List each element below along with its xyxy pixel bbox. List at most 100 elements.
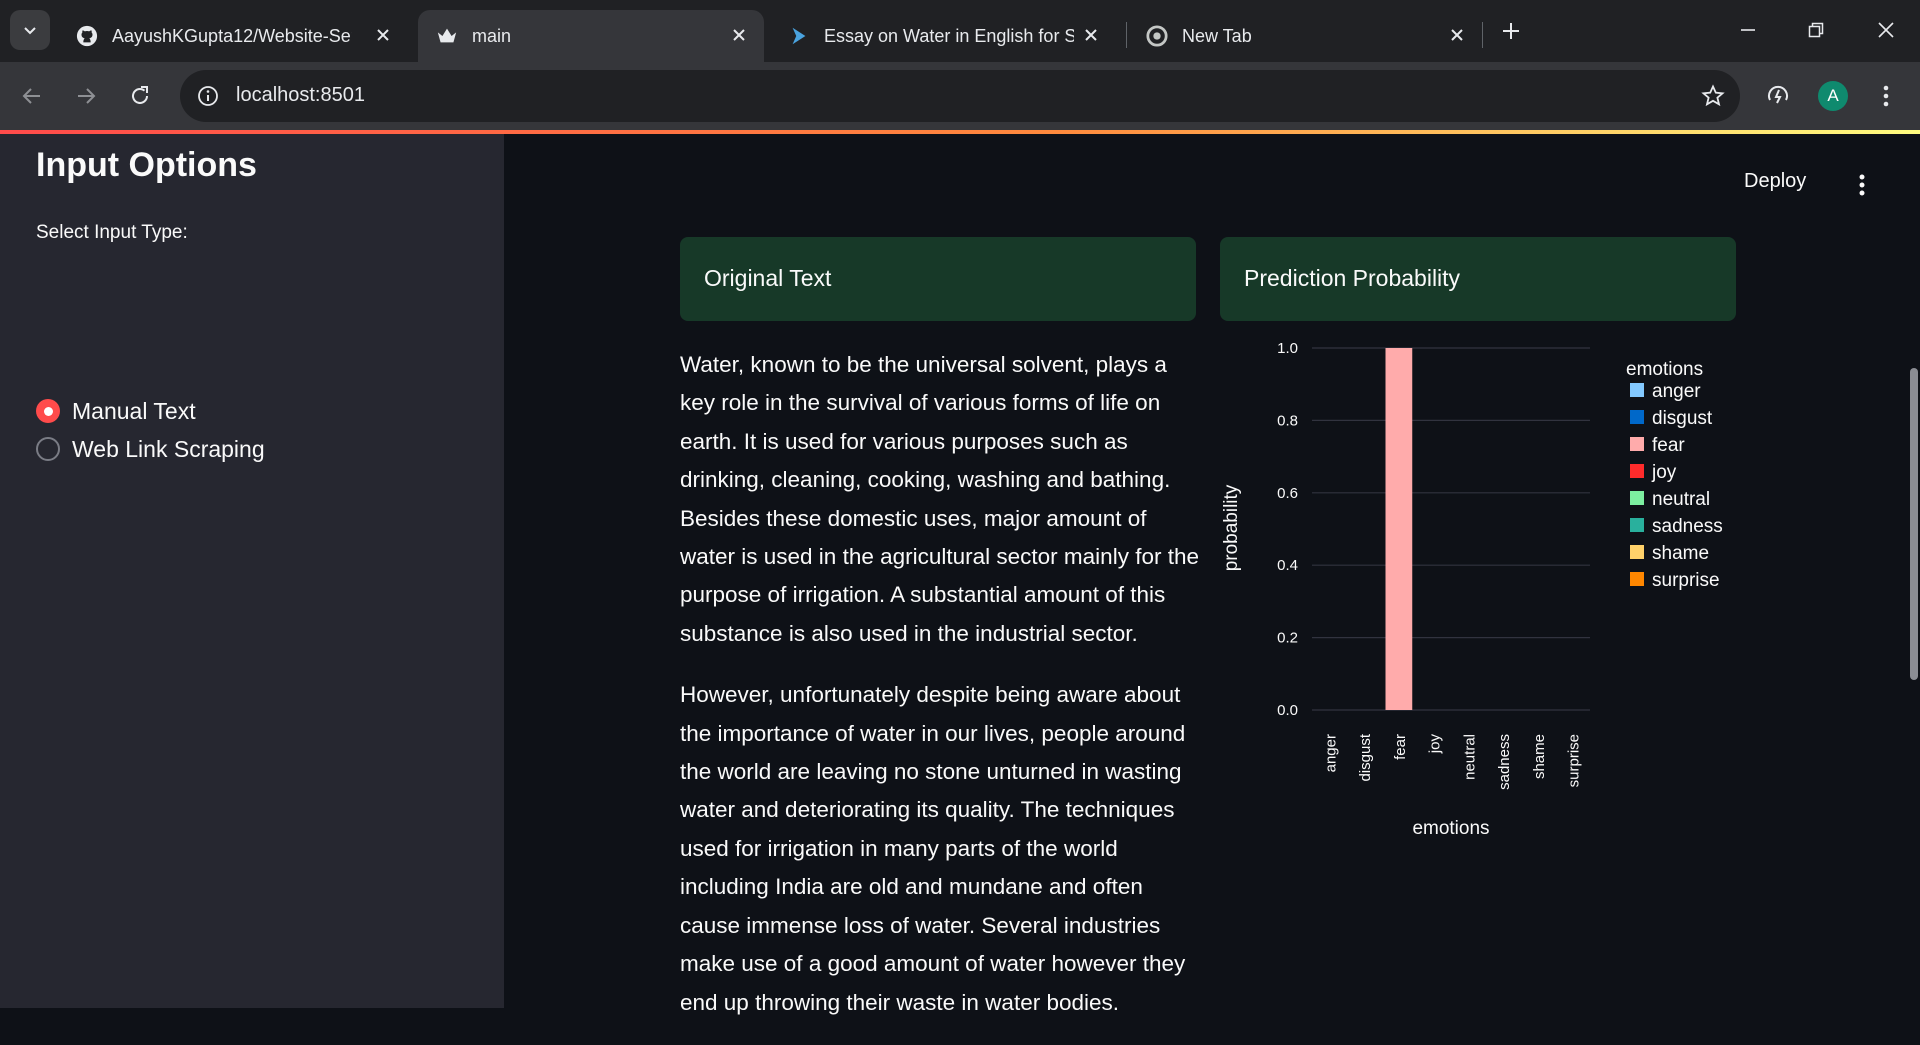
legend-label: joy (1651, 462, 1677, 483)
radio-label: Web Link Scraping (72, 435, 265, 462)
legend-label: fear (1652, 435, 1685, 456)
address-text: localhost:8501 (236, 84, 365, 106)
legend-swatch (1630, 572, 1644, 586)
tab-title: main (472, 25, 512, 46)
legend-swatch (1630, 437, 1644, 451)
x-tick-label: fear (1392, 734, 1409, 760)
back-button[interactable] (14, 78, 50, 114)
radio-unselected-icon[interactable] (36, 437, 60, 461)
legend-label: anger (1652, 381, 1701, 402)
restore-button[interactable] (1796, 14, 1836, 46)
original-text-header: Original Text (680, 237, 1196, 321)
arrow-right-icon (78, 88, 96, 104)
y-tick-label: 0.6 (1277, 485, 1298, 502)
speedometer-icon (1768, 85, 1788, 104)
tab-title: AayushKGupta12/Website-Sent (112, 25, 352, 46)
legend-swatch (1630, 491, 1644, 505)
tab-main[interactable]: main (418, 10, 764, 62)
legend-swatch (1630, 464, 1644, 478)
tab-essay[interactable]: Essay on Water in English for St (770, 10, 1116, 62)
legend-swatch (1630, 545, 1644, 559)
original-text-title: Original Text (704, 265, 832, 291)
radio-selected-icon[interactable] (36, 399, 60, 423)
x-tick-label: surprise (1566, 734, 1583, 787)
y-tick-label: 0.8 (1277, 412, 1298, 429)
legend-label: neutral (1652, 489, 1710, 510)
y-axis-title: probability (1221, 484, 1242, 571)
legend-label: sadness (1652, 516, 1723, 537)
github-icon (76, 25, 98, 47)
radio-option-manual-text[interactable]: Manual Text (36, 396, 196, 426)
y-tick-label: 0.4 (1277, 557, 1298, 574)
emotion-probability-chart: probability emotions emotions 0.00.20.40… (1221, 340, 1723, 839)
sidebar-title: Input Options (36, 146, 257, 184)
prediction-probability-title: Prediction Probability (1244, 265, 1461, 291)
tab-title: Essay on Water in English for St (824, 25, 1074, 46)
bar-fear[interactable] (1385, 348, 1413, 710)
minimize-icon (1741, 29, 1755, 31)
close-tab-icon[interactable] (1080, 24, 1102, 46)
restore-icon (1808, 22, 1824, 38)
close-tab-icon[interactable] (728, 24, 750, 46)
kebab-menu-icon (1859, 174, 1865, 196)
radio-label: Manual Text (72, 397, 196, 424)
chevron-down-icon (24, 27, 36, 35)
site-info-icon[interactable] (194, 82, 222, 110)
close-tab-icon[interactable] (372, 24, 394, 46)
y-tick-label: 0.0 (1277, 702, 1298, 719)
deploy-button[interactable]: Deploy (1744, 170, 1806, 193)
legend-label: shame (1652, 543, 1709, 564)
avatar-initial: A (1827, 86, 1839, 105)
legend-swatch (1630, 410, 1644, 424)
chart-bars (1385, 348, 1413, 710)
original-text-body: Water, known to be the universal solvent… (680, 346, 1200, 1045)
chrome-icon (1146, 25, 1168, 47)
browser-tabstrip: AayushKGupta12/Website-Sent main Essay o… (0, 0, 1920, 62)
performance-button[interactable] (1760, 78, 1796, 114)
brand-arrow-icon (788, 25, 810, 47)
legend-title: emotions (1626, 359, 1703, 380)
chart-legend: anger disgust fear joy neutral sadness shame su… (1630, 381, 1723, 591)
forward-button[interactable] (68, 78, 104, 114)
browser-menu-button[interactable] (1868, 78, 1904, 114)
x-tick-label: disgust (1357, 733, 1374, 781)
close-window-button[interactable] (1866, 14, 1906, 46)
legend-label: disgust (1652, 408, 1713, 429)
chart-gridlines (1312, 347, 1590, 711)
tab-new-tab[interactable]: New Tab (1128, 10, 1482, 62)
plus-icon (1503, 23, 1519, 39)
legend-label: surprise (1652, 570, 1720, 591)
tab-search-button[interactable] (10, 10, 50, 50)
main-scrollbar[interactable] (1910, 368, 1918, 680)
profile-button[interactable]: A (1815, 78, 1851, 114)
arrow-left-icon (22, 88, 40, 104)
bookmark-star-icon[interactable] (1700, 83, 1726, 109)
tab-separator (1126, 22, 1127, 48)
new-tab-button[interactable] (1496, 16, 1526, 46)
reload-button[interactable] (122, 78, 158, 114)
legend-swatch (1630, 518, 1644, 532)
close-tab-icon[interactable] (1446, 24, 1468, 46)
address-bar[interactable]: localhost:8501 (180, 70, 1740, 122)
radio-option-web-link-scraping[interactable]: Web Link Scraping (36, 434, 265, 464)
close-icon (1878, 22, 1894, 38)
avatar: A (1818, 81, 1848, 111)
minimize-button[interactable] (1728, 14, 1768, 46)
y-tick-label: 0.2 (1277, 630, 1298, 647)
essay-paragraph: However, unfortunately despite being awa… (680, 682, 1186, 1015)
x-axis-ticks: anger disgust fear joy neutral sadness shame su… (1322, 733, 1582, 790)
tab-title: New Tab (1182, 25, 1252, 46)
x-tick-label: neutral (1461, 734, 1478, 780)
browser-toolbar: localhost:8501 A (0, 62, 1920, 130)
sidebar (0, 134, 504, 1008)
app-menu-button[interactable] (1850, 170, 1874, 200)
prediction-probability-header: Prediction Probability (1220, 237, 1736, 321)
y-tick-label: 1.0 (1277, 340, 1298, 357)
essay-paragraph: Water, known to be the universal solvent… (680, 352, 1199, 646)
x-tick-label: sadness (1496, 734, 1513, 790)
tab-github[interactable]: AayushKGupta12/Website-Sent (58, 10, 408, 62)
x-tick-label: joy (1427, 734, 1444, 755)
reload-icon (132, 86, 148, 104)
x-tick-label: anger (1322, 734, 1339, 772)
legend-swatch (1630, 383, 1644, 397)
